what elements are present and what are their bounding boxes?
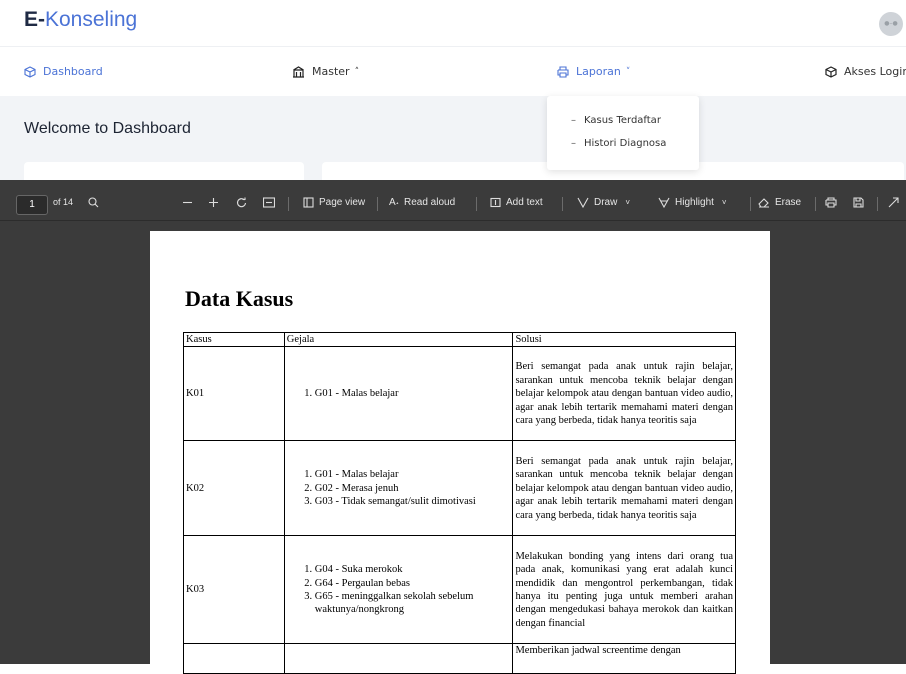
brand-logo[interactable]: E-Konseling [24,8,137,32]
highlight-label: Highlight [675,197,714,208]
nav-dashboard[interactable]: Dashboard [24,65,103,78]
add-text-label: Add text [506,197,543,208]
cube-icon [24,65,36,78]
read-aloud-button[interactable]: A˖ Read aloud [389,197,455,208]
table-row: K02 G01 - Malas belajar G02 - Merasa jen… [183,440,736,537]
gejala-cell [283,643,514,674]
fit-page-icon[interactable] [263,197,280,208]
draw-label: Draw [594,197,618,208]
page-number-input[interactable]: 1 [16,195,48,215]
nav-akses-login-label: Akses Login [844,65,906,78]
solusi-cell: Beri semangat pada anak untuk rajin bela… [512,346,736,442]
cube-icon [825,65,837,78]
page-view-button[interactable]: Page view [303,197,365,208]
solusi-cell: Beri semangat pada anak untuk rajin bela… [512,440,736,537]
gejala-item: G04 - Suka merokok [315,563,511,576]
solusi-cell: Memberikan jadwal screentime dengan [512,643,736,674]
gejala-item: G01 - Malas belajar [315,387,511,400]
read-aloud-icon: A˖ [389,197,399,208]
gejala-list: G01 - Malas belajar [287,387,511,400]
nav-laporan-label: Laporan [576,65,621,78]
document-title: Data Kasus [185,286,294,311]
chevron-down-icon[interactable]: ˅ [722,198,727,207]
page-view-icon [303,197,314,208]
save-icon[interactable] [853,197,869,208]
solusi-cell: Melakukan bonding yang intens dari orang… [512,535,736,645]
toolbar-divider [377,197,378,211]
expand-icon[interactable] [888,197,904,208]
toolbar-divider [476,197,477,211]
rotate-icon[interactable] [236,197,252,208]
toolbar-divider [877,197,878,211]
add-text-icon [490,197,501,208]
menu-item-label: Kasus Terdaftar [584,115,661,126]
page-total: of 14 [53,197,74,207]
gejala-item: G64 - Pergaulan bebas [315,577,511,590]
zoom-in-icon[interactable] [208,197,224,208]
menu-item-histori-diagnosa[interactable]: – Histori Diagnosa [571,138,666,149]
kasus-cell [183,643,285,674]
printer-icon [557,65,569,78]
header-kasus: Kasus [183,331,285,348]
web-app: E-Konseling ●–● Dashboard Master ˄ Lapor… [0,0,906,180]
gejala-list: G04 - Suka merokok G64 - Pergaulan bebas… [287,563,511,617]
dashboard-card [24,162,304,180]
toolbar-divider [750,197,751,211]
header-gejala: Gejala [283,331,514,348]
gejala-item: G01 - Malas belajar [315,468,511,481]
toolbar-divider [288,197,289,211]
draw-icon [577,197,589,208]
draw-button[interactable]: Draw ˅ [577,197,630,208]
add-text-button[interactable]: Add text [490,197,543,208]
gejala-cell: G01 - Malas belajar [283,346,514,442]
print-icon[interactable] [825,197,842,208]
brand-prefix: E- [24,8,45,31]
laporan-dropdown: – Kasus Terdaftar – Histori Diagnosa [547,96,699,170]
gejala-item: G65 - meninggalkan sekolah sebelum waktu… [315,590,511,617]
read-aloud-label: Read aloud [404,197,456,208]
pdf-toolbar: 1 of 14 Page view A˖ Read aloud Add text… [0,188,906,221]
gejala-cell: G04 - Suka merokok G64 - Pergaulan bebas… [283,535,514,645]
chevron-down-icon[interactable]: ˅ [625,198,630,207]
chevron-down-icon: ˅ [625,66,631,77]
nav-master-label: Master [312,65,350,78]
chevron-up-icon: ˄ [354,66,360,77]
table-row: K03 G04 - Suka merokok G64 - Pergaulan b… [183,535,736,645]
nav-master[interactable]: Master ˄ [292,65,359,78]
building-icon [293,65,304,78]
kasus-cell: K02 [183,440,285,537]
table-row: K01 G01 - Malas belajar Beri semangat pa… [183,346,736,442]
nav-laporan[interactable]: Laporan ˅ [557,65,630,78]
zoom-out-icon[interactable] [182,197,198,208]
gejala-list: G01 - Malas belajar G02 - Merasa jenuh G… [287,468,511,508]
page-title: Welcome to Dashboard [24,120,191,137]
table-row: Memberikan jadwal screentime dengan [183,643,736,674]
main-nav: Dashboard Master ˄ Laporan ˅ Akses Login [0,46,906,97]
nav-akses-login[interactable]: Akses Login [825,65,906,78]
pdf-page: Data Kasus Kasus Gejala Solusi K01 G01 -… [150,231,770,674]
data-kasus-table: Kasus Gejala Solusi K01 G01 - Malas bela… [183,331,736,674]
brand-name: Konseling [45,8,138,31]
highlight-button[interactable]: Highlight ˅ [658,197,727,208]
eraser-icon [758,198,769,208]
erase-button[interactable]: Erase [758,197,801,208]
toolbar-divider [562,197,563,211]
avatar[interactable]: ●–● [879,12,903,36]
page-view-label: Page view [319,197,366,208]
gejala-item: G03 - Tidak semangat/sulit dimotivasi [315,495,511,508]
gejala-cell: G01 - Malas belajar G02 - Merasa jenuh G… [283,440,514,537]
erase-label: Erase [775,197,802,208]
search-icon[interactable] [88,197,104,208]
table-header-row: Kasus Gejala Solusi [183,331,736,348]
kasus-cell: K01 [183,346,285,442]
kasus-cell: K03 [183,535,285,645]
header-solusi: Solusi [512,331,736,348]
toolbar-divider [815,197,816,211]
menu-item-label: Histori Diagnosa [584,138,667,149]
highlight-icon [658,197,670,208]
gejala-item: G02 - Merasa jenuh [315,482,511,495]
nav-dashboard-label: Dashboard [43,65,103,78]
menu-item-kasus-terdaftar[interactable]: – Kasus Terdaftar [571,115,661,126]
